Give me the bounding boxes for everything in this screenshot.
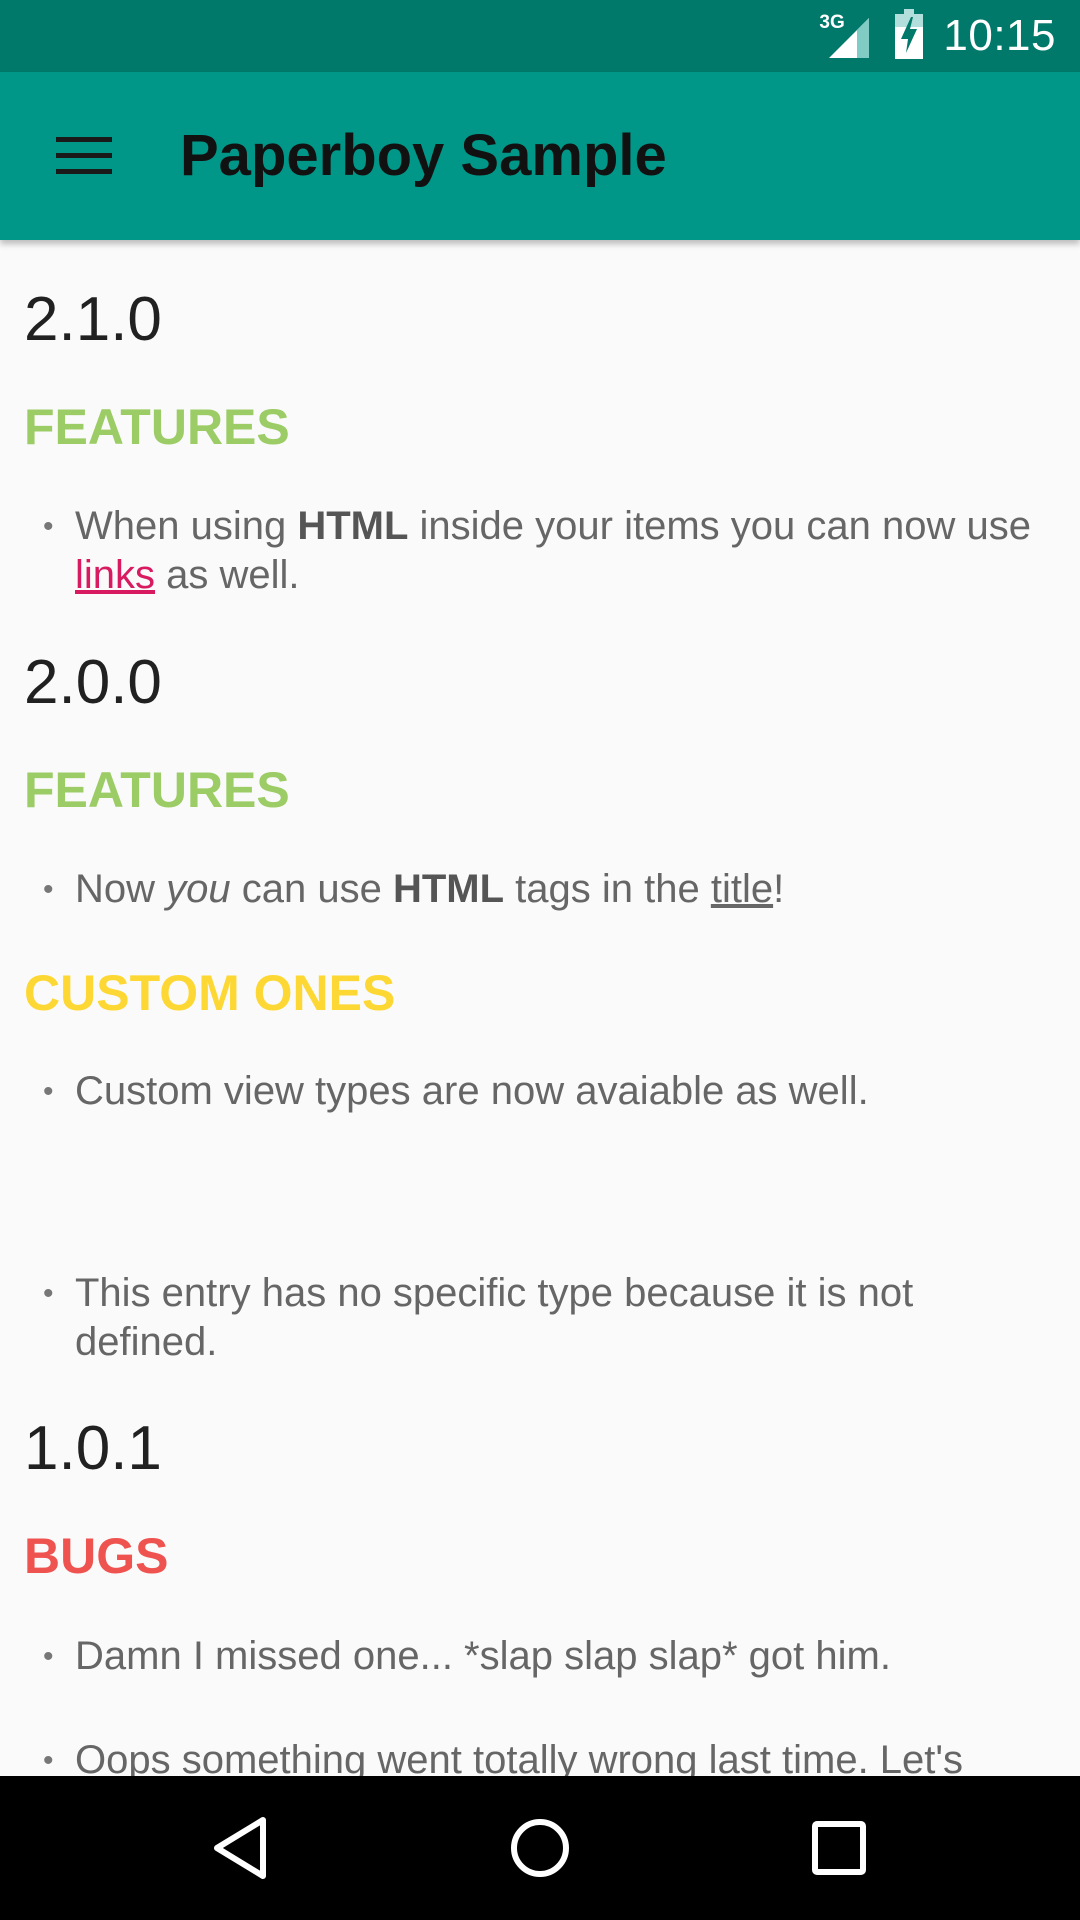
list-item: Damn I missed one... *slap slap slap* go… — [43, 1632, 1035, 1681]
recents-icon — [812, 1821, 866, 1875]
list-item: When using HTML inside your items you ca… — [43, 502, 1035, 600]
section-features: FEATURES — [24, 762, 290, 818]
section-features: FEATURES — [24, 399, 290, 455]
list-item: Custom view types are now avaiable as we… — [43, 1067, 1035, 1116]
battery-charging-icon — [895, 8, 924, 64]
hamburger-menu-icon — [56, 137, 112, 174]
signal-icon: 3G — [819, 12, 875, 60]
list-item: This entry has no specific type because … — [43, 1269, 1035, 1367]
back-icon — [214, 1817, 266, 1879]
changelog-list[interactable]: 2.1.0 FEATURES When using HTML inside yo… — [0, 240, 1080, 1776]
status-icons: 3G 10:15 — [819, 0, 1056, 72]
section-custom-ones: CUSTOM ONES — [24, 965, 396, 1021]
recents-button[interactable] — [789, 1798, 889, 1898]
home-icon — [511, 1819, 569, 1877]
version-header: 2.0.0 — [24, 648, 162, 717]
navigation-bar — [0, 1776, 1080, 1920]
home-button[interactable] — [490, 1798, 590, 1898]
status-time: 10:15 — [943, 11, 1056, 60]
status-bar: 3G 10:15 — [0, 0, 1080, 72]
links-link[interactable]: links — [75, 553, 155, 597]
back-button[interactable] — [191, 1798, 291, 1898]
version-header: 2.1.0 — [24, 285, 162, 354]
list-item: Now you can use HTML tags in the title! — [43, 865, 1035, 914]
section-bugs: BUGS — [24, 1528, 169, 1584]
version-header: 1.0.1 — [24, 1414, 162, 1483]
app-bar: Paperboy Sample — [0, 72, 1080, 240]
menu-button[interactable] — [36, 108, 132, 204]
app-title: Paperboy Sample — [180, 123, 667, 188]
list-item: Oops something went totally wrong last t… — [43, 1736, 1035, 1776]
